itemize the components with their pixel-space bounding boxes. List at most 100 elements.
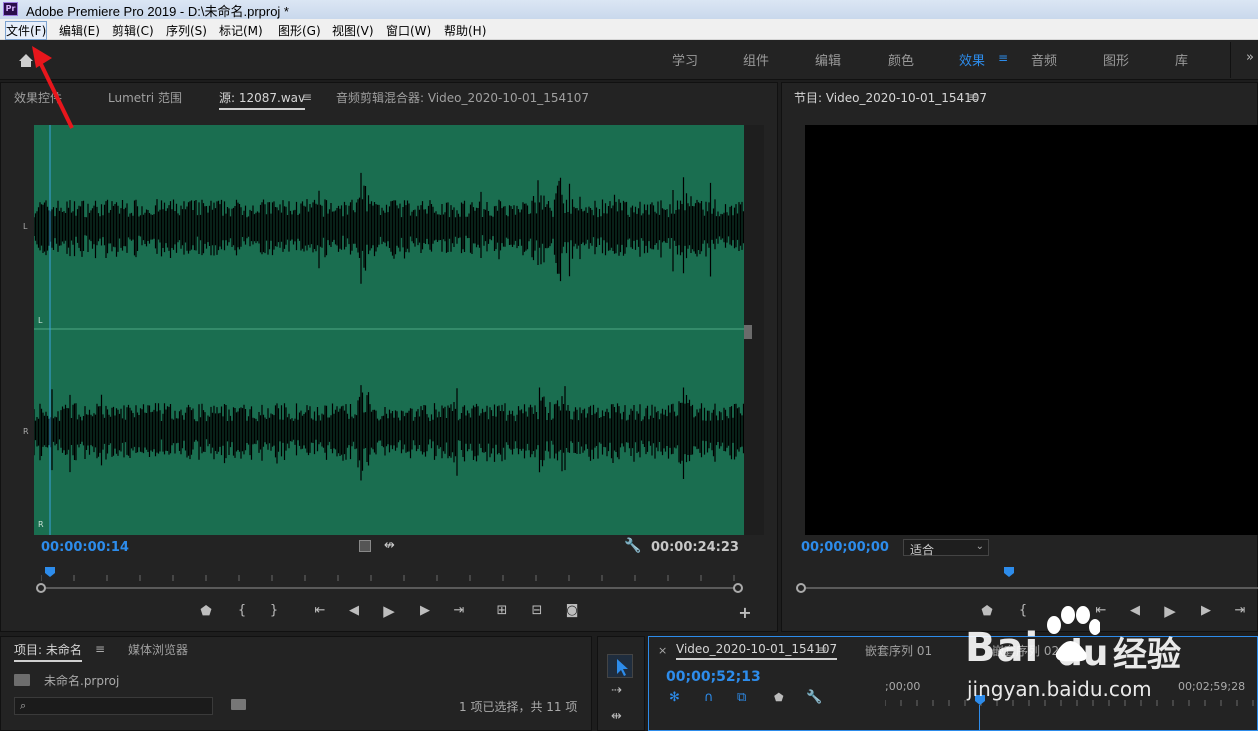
channel-label-right-inner: R bbox=[38, 520, 44, 529]
step-forward-icon[interactable]: ▶ bbox=[416, 603, 434, 618]
tab-project[interactable]: 项目: 未命名 bbox=[14, 641, 82, 662]
panel-menu-icon[interactable]: ≡ bbox=[302, 90, 312, 104]
menu-edit[interactable]: 编辑(E) bbox=[59, 22, 100, 39]
mark-in-icon[interactable]: { bbox=[233, 603, 251, 618]
menu-window[interactable]: 窗口(W) bbox=[386, 22, 431, 39]
program-zoom-handle[interactable] bbox=[796, 583, 806, 593]
tab-source[interactable]: 源: 12087.wav bbox=[219, 89, 306, 110]
workspace-menu-icon[interactable]: ≡ bbox=[998, 51, 1008, 65]
tab-lumetri-scopes[interactable]: Lumetri 范围 bbox=[108, 89, 182, 106]
workspace-bar: 学习 组件 编辑 颜色 效果 ≡ 音频 图形 库 » bbox=[0, 40, 1258, 80]
tab-sequence-main[interactable]: Video_2020-10-01_154107 bbox=[676, 642, 838, 660]
new-search-bin-icon[interactable] bbox=[231, 699, 246, 710]
close-tab-icon[interactable]: × bbox=[658, 644, 667, 657]
program-current-time[interactable]: 00;00;00;00 bbox=[801, 540, 889, 555]
menu-clip[interactable]: 剪辑(C) bbox=[112, 22, 154, 39]
channel-label-right: R bbox=[23, 427, 29, 436]
menu-marker[interactable]: 标记(M) bbox=[219, 22, 263, 39]
mark-out-icon[interactable]: } bbox=[265, 603, 283, 618]
program-go-to-in-icon[interactable]: ⇤ bbox=[1092, 603, 1110, 618]
timeline-menu-icon[interactable]: ≡ bbox=[817, 643, 827, 657]
zoom-handle-left[interactable] bbox=[36, 583, 46, 593]
workspace-tab-graphics[interactable]: 图形 bbox=[1103, 50, 1129, 69]
waveform-channel bbox=[34, 172, 744, 284]
audio-waveform-display[interactable] bbox=[34, 125, 744, 535]
play-icon[interactable]: ▶ bbox=[380, 602, 398, 620]
tab-nested-seq-01[interactable]: 嵌套序列 01 bbox=[865, 642, 932, 659]
tab-media-browser[interactable]: 媒体浏览器 bbox=[128, 641, 188, 658]
zoom-handle-right[interactable] bbox=[733, 583, 743, 593]
ruler-label-end: 00;02;59;28 bbox=[1178, 680, 1246, 693]
arrow-cursor-icon bbox=[617, 659, 628, 676]
project-file-name: 未命名.prproj bbox=[44, 674, 120, 688]
linked-selection-icon[interactable]: ⧉ bbox=[737, 690, 746, 705]
chevron-down-icon: ⌄ bbox=[975, 541, 984, 552]
program-play-icon[interactable]: ▶ bbox=[1161, 602, 1179, 620]
tab-program[interactable]: 节目: Video_2020-10-01_154107 bbox=[794, 89, 987, 106]
snap-magnet-icon[interactable]: ∩ bbox=[704, 690, 714, 705]
track-select-tool-icon[interactable]: ⇢ bbox=[611, 683, 622, 698]
project-search-input[interactable]: ⌕ bbox=[14, 697, 213, 715]
search-icon: ⌕ bbox=[20, 699, 27, 712]
program-step-back-icon[interactable]: ◀ bbox=[1126, 603, 1144, 618]
export-frame-icon[interactable]: ◙ bbox=[563, 603, 581, 618]
ruler-label-start: ;00;00 bbox=[885, 680, 921, 693]
menu-view[interactable]: 视图(V) bbox=[332, 22, 374, 39]
ripple-edit-tool-icon[interactable]: ⇹ bbox=[611, 709, 622, 724]
program-zoom-bar[interactable] bbox=[801, 587, 1258, 589]
timeline-ruler[interactable] bbox=[884, 697, 1258, 709]
fit-dropdown-value: 适合 bbox=[910, 543, 935, 557]
workspace-tab-color[interactable]: 颜色 bbox=[888, 50, 914, 69]
program-step-forward-icon[interactable]: ▶ bbox=[1197, 603, 1215, 618]
waveform-graphic bbox=[34, 125, 744, 535]
drag-video-icon[interactable] bbox=[359, 540, 371, 552]
menu-file[interactable]: 文件(F) bbox=[4, 21, 48, 40]
insert-icon[interactable]: ⊞ bbox=[493, 603, 511, 618]
timeline-playhead-line bbox=[979, 705, 980, 731]
timeline-settings-wrench-icon[interactable]: 🔧 bbox=[806, 690, 822, 705]
fit-dropdown[interactable]: 适合 ⌄ bbox=[903, 539, 989, 557]
program-menu-icon[interactable]: ≡ bbox=[968, 90, 978, 104]
more-workspaces-icon[interactable]: » bbox=[1246, 50, 1254, 65]
folder-icon bbox=[14, 674, 30, 686]
menu-bar: 文件(F) 编辑(E) 剪辑(C) 序列(S) 标记(M) 图形(G) 视图(V… bbox=[0, 19, 1258, 40]
nest-icon[interactable]: ✻ bbox=[669, 690, 680, 705]
overwrite-icon[interactable]: ⊟ bbox=[528, 603, 546, 618]
workspace-tab-audio[interactable]: 音频 bbox=[1031, 50, 1057, 69]
source-time-ruler[interactable] bbox=[40, 570, 738, 581]
program-mark-in-icon[interactable]: { bbox=[1014, 603, 1032, 618]
add-marker-icon[interactable]: ⬟ bbox=[197, 604, 215, 619]
workspace-tab-learn[interactable]: 学习 bbox=[672, 50, 698, 69]
annotation-arrow bbox=[32, 46, 74, 129]
wrench-icon[interactable]: 🔧 bbox=[624, 538, 641, 554]
selection-tool[interactable] bbox=[607, 654, 633, 678]
drag-audio-icon[interactable]: ↮ bbox=[384, 538, 395, 553]
premiere-app-icon: Pr bbox=[3, 2, 18, 16]
workspace-tab-assembly[interactable]: 组件 bbox=[743, 50, 769, 69]
program-add-marker-icon[interactable]: ⬟ bbox=[978, 604, 996, 619]
step-back-icon[interactable]: ◀ bbox=[345, 603, 363, 618]
button-editor-icon[interactable]: + bbox=[736, 603, 754, 622]
source-zoom-bar[interactable] bbox=[41, 587, 738, 589]
waveform-channel bbox=[34, 385, 744, 481]
go-to-in-icon[interactable]: ⇤ bbox=[311, 603, 329, 618]
workspace-tab-editing[interactable]: 编辑 bbox=[815, 50, 841, 69]
title-bar: Pr Adobe Premiere Pro 2019 - D:\未命名.prpr… bbox=[0, 0, 1258, 19]
tab-nested-seq-02[interactable]: 嵌套序列 02 bbox=[992, 642, 1059, 659]
scale-handle[interactable] bbox=[744, 325, 752, 339]
go-to-out-icon[interactable]: ⇥ bbox=[450, 603, 468, 618]
workspace-tab-libraries[interactable]: 库 bbox=[1175, 50, 1188, 69]
channel-label-left-inner: L bbox=[38, 316, 43, 325]
timeline-current-time[interactable]: 00;00;52;13 bbox=[666, 669, 761, 685]
timeline-marker-icon[interactable]: ⬟ bbox=[774, 691, 784, 704]
menu-graphics[interactable]: 图形(G) bbox=[278, 22, 321, 39]
workspace-tab-effects[interactable]: 效果 bbox=[959, 50, 985, 69]
program-go-to-out-icon[interactable]: ⇥ bbox=[1231, 603, 1249, 618]
tab-audio-clip-mixer[interactable]: 音频剪辑混合器: Video_2020-10-01_154107 bbox=[336, 89, 589, 106]
ruler-ticks bbox=[40, 575, 735, 581]
source-current-time[interactable]: 00:00:00:14 bbox=[41, 540, 129, 555]
menu-help[interactable]: 帮助(H) bbox=[444, 22, 486, 39]
menu-sequence[interactable]: 序列(S) bbox=[166, 22, 207, 39]
project-menu-icon[interactable]: ≡ bbox=[95, 642, 105, 656]
program-video-display[interactable] bbox=[805, 125, 1258, 535]
